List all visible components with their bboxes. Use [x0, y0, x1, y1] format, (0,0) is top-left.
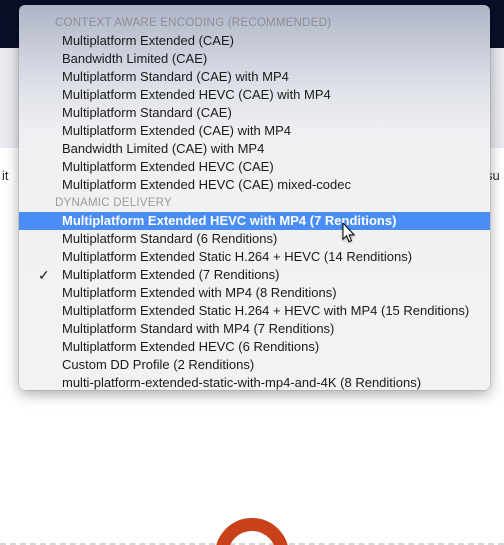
dropdown-option-label: multi-platform-extended-static-with-mp4-… [62, 375, 422, 390]
dropdown-option-label: Custom DD Profile (2 Renditions) [62, 357, 255, 372]
dropdown-group-header: DYNAMIC DELIVERY [55, 197, 172, 209]
dropdown-option[interactable]: Multiplatform Extended (CAE) [19, 32, 490, 50]
dropdown-option-label: Bandwidth Limited (CAE) [62, 51, 208, 66]
dropdown-option-label: Bandwidth Limited (CAE) with MP4 [62, 141, 265, 156]
dropdown-option[interactable]: Custom DD Profile (2 Renditions) [19, 356, 490, 374]
dropdown-option[interactable]: Multiplatform Extended HEVC (CAE) [19, 158, 490, 176]
dropdown-option-label: Multiplatform Extended (7 Renditions) [62, 267, 280, 282]
dropdown-option[interactable]: Multiplatform Standard (CAE) [19, 104, 490, 122]
dropdown-option-label: Multiplatform Extended HEVC (CAE) with M… [62, 87, 331, 102]
encoding-profile-dropdown-list[interactable]: CONTEXT AWARE ENCODING (RECOMMENDED) Mult… [19, 5, 490, 390]
dropdown-option-label: Multiplatform Extended (CAE) [62, 33, 234, 48]
dropdown-option[interactable]: Multiplatform Extended Static H.264 + HE… [19, 302, 490, 320]
dropdown-option-label: Multiplatform Standard (CAE) with MP4 [62, 69, 289, 84]
check-icon: ✓ [38, 267, 50, 283]
dropdown-option-label: Multiplatform Standard with MP4 (7 Rendi… [62, 321, 335, 336]
clipped-text-left: it [2, 168, 9, 183]
dropdown-option[interactable]: Multiplatform Standard with MP4 (7 Rendi… [19, 320, 490, 338]
dropdown-option-label: Multiplatform Extended HEVC (CAE) mixed-… [62, 177, 351, 192]
dropdown-option[interactable]: Multiplatform Extended HEVC (CAE) with M… [19, 86, 490, 104]
dropdown-option-label: Multiplatform Extended with MP4 (8 Rendi… [62, 285, 337, 300]
dropdown-option[interactable]: Multiplatform Standard (6 Renditions) [19, 230, 490, 248]
dropdown-option[interactable]: Bandwidth Limited (CAE) with MP4 [19, 140, 490, 158]
dropdown-option-label: Multiplatform Extended Static H.264 + HE… [62, 249, 413, 264]
dropdown-option-label: Multiplatform Extended HEVC (6 Rendition… [62, 339, 320, 354]
dropdown-option-label: Multiplatform Standard (6 Renditions) [62, 231, 278, 246]
dropdown-option[interactable]: Multiplatform Extended with MP4 (8 Rendi… [19, 284, 490, 302]
dropdown-option-label: Multiplatform Standard (CAE) [62, 105, 232, 120]
dropdown-option-label: Multiplatform Extended Static H.264 + HE… [62, 303, 470, 318]
brand-logo-icon [215, 518, 289, 545]
dropdown-option[interactable]: Multiplatform Extended Static H.264 + HE… [19, 248, 490, 266]
dropdown-option[interactable]: Multiplatform Extended HEVC with MP4 (7 … [19, 212, 490, 230]
dropdown-option[interactable]: Multiplatform Standard (CAE) with MP4 [19, 68, 490, 86]
dropdown-group-header: CONTEXT AWARE ENCODING (RECOMMENDED) [55, 17, 332, 29]
dropdown-option[interactable]: Multiplatform Extended HEVC (CAE) mixed-… [19, 176, 490, 194]
dropdown-option[interactable]: Bandwidth Limited (CAE) [19, 50, 490, 68]
dropdown-option[interactable]: multi-platform-extended-static-with-mp4-… [19, 374, 490, 390]
dropdown-option[interactable]: Multiplatform Extended HEVC (6 Rendition… [19, 338, 490, 356]
dropdown-option-label: Multiplatform Extended (CAE) with MP4 [62, 123, 292, 138]
dropdown-option[interactable]: Multiplatform Extended (CAE) with MP4 [19, 122, 490, 140]
dropdown-option-label: Multiplatform Extended HEVC with MP4 (7 … [62, 213, 397, 228]
dropdown-option-label: Multiplatform Extended HEVC (CAE) [62, 159, 274, 174]
dropdown-option[interactable]: ✓ Multiplatform Extended (7 Renditions) [19, 266, 490, 284]
